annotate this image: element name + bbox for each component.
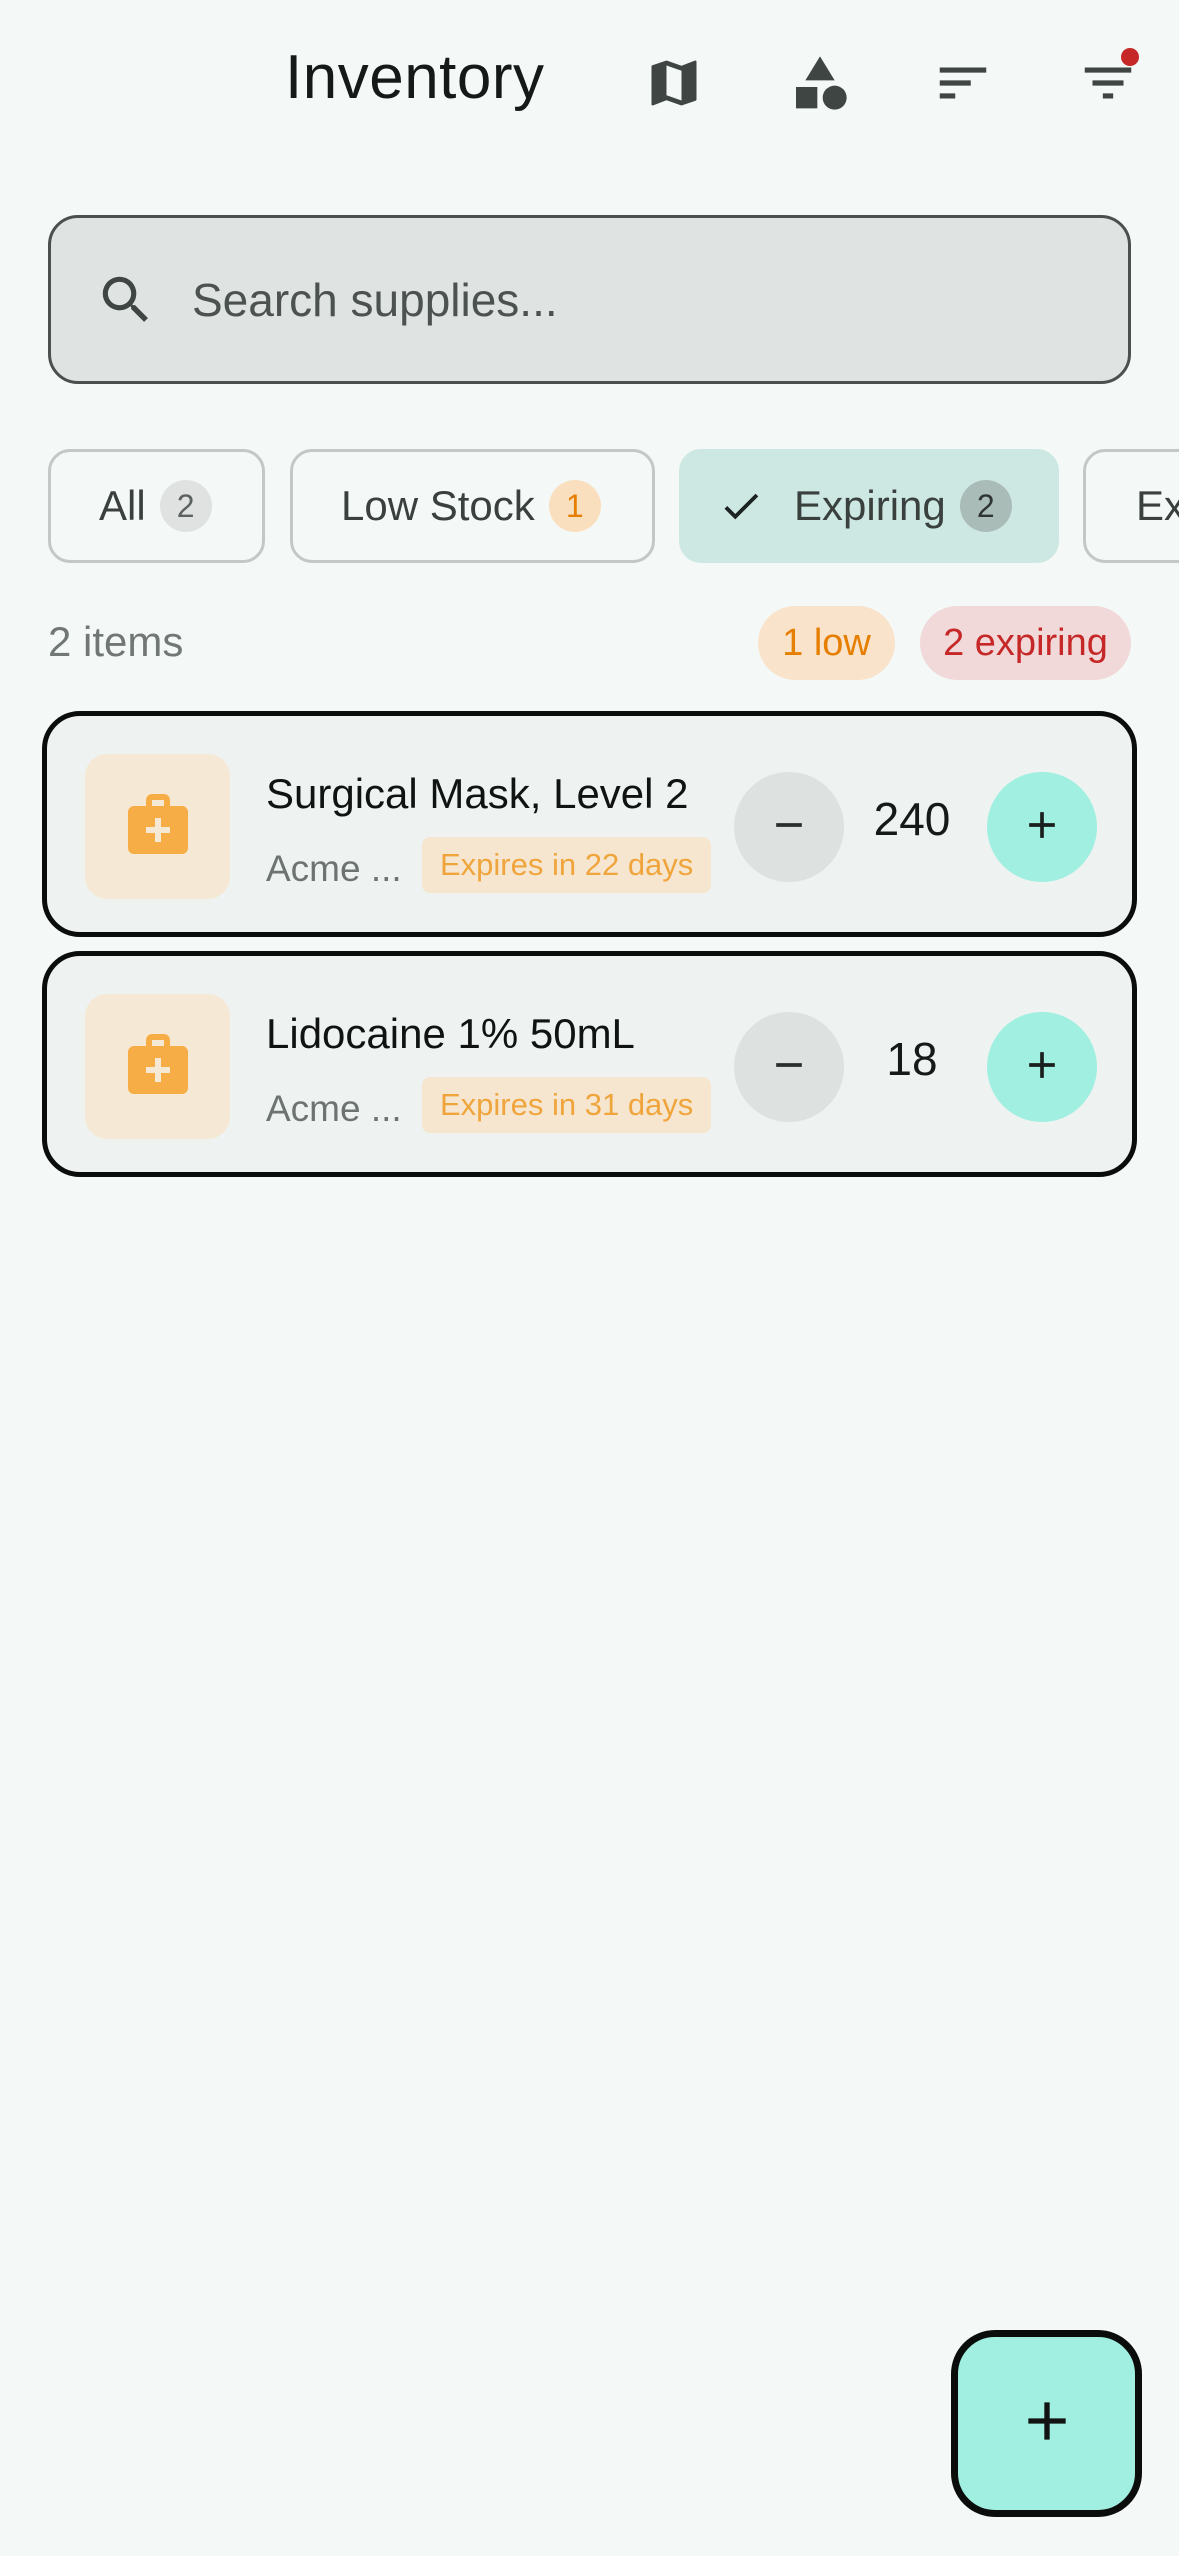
plus-icon xyxy=(1015,2389,1079,2458)
add-item-button[interactable] xyxy=(951,2330,1142,2517)
chip-count: 2 xyxy=(159,480,212,532)
filter-active-indicator xyxy=(1121,48,1139,66)
sort-icon[interactable] xyxy=(918,38,1008,128)
chip-count: 1 xyxy=(548,480,601,532)
items-count: 2 items xyxy=(48,618,184,665)
item-quantity: 240 xyxy=(873,793,951,845)
minus-icon xyxy=(767,1043,811,1092)
chip-low-stock[interactable]: Low Stock 1 xyxy=(290,449,655,563)
medical-bag-icon xyxy=(122,788,194,865)
app-bar: Inventory xyxy=(0,0,1179,165)
increment-button[interactable] xyxy=(987,772,1097,882)
low-stock-badge: 1 low xyxy=(758,606,895,680)
item-quantity: 18 xyxy=(886,1033,938,1085)
item-supplier: Acme ... xyxy=(266,848,402,889)
search-icon xyxy=(93,267,159,333)
filter-icon[interactable] xyxy=(1063,38,1153,128)
decrement-button[interactable] xyxy=(734,1012,844,1122)
plus-icon xyxy=(1020,803,1064,852)
item-thumbnail xyxy=(85,754,230,899)
search-bar[interactable] xyxy=(48,215,1131,384)
check-icon xyxy=(718,483,764,529)
chip-expiring[interactable]: Expiring 2 xyxy=(679,449,1059,563)
page-title: Inventory xyxy=(285,43,545,112)
chip-partial[interactable]: Ex xyxy=(1083,449,1179,563)
chip-label: Low Stock xyxy=(341,482,535,529)
chip-label: Expiring xyxy=(794,482,946,529)
expiry-badge: Expires in 22 days xyxy=(422,837,712,893)
item-supplier: Acme ... xyxy=(266,1088,402,1129)
item-thumbnail xyxy=(85,994,230,1139)
minus-icon xyxy=(767,803,811,852)
chip-label: All xyxy=(99,482,146,529)
chip-all[interactable]: All 2 xyxy=(48,449,265,563)
chip-label: Ex xyxy=(1136,482,1179,529)
medical-bag-icon xyxy=(122,1028,194,1105)
inventory-item-card[interactable]: Surgical Mask, Level 2 Acme ... Expires … xyxy=(42,711,1137,937)
expiring-badge: 2 expiring xyxy=(920,606,1131,680)
item-name: Surgical Mask, Level 2 xyxy=(266,770,689,817)
category-icon[interactable] xyxy=(775,38,865,128)
map-icon[interactable] xyxy=(629,38,719,128)
expiry-badge: Expires in 31 days xyxy=(422,1077,712,1133)
search-input[interactable] xyxy=(192,272,1072,327)
increment-button[interactable] xyxy=(987,1012,1097,1122)
inventory-item-card[interactable]: Lidocaine 1% 50mL Acme ... Expires in 31… xyxy=(42,951,1137,1177)
chip-count: 2 xyxy=(959,480,1012,532)
decrement-button[interactable] xyxy=(734,772,844,882)
item-name: Lidocaine 1% 50mL xyxy=(266,1010,635,1057)
filter-chips: All 2 Low Stock 1 Expiring 2 Ex xyxy=(0,449,1179,565)
plus-icon xyxy=(1020,1043,1064,1092)
